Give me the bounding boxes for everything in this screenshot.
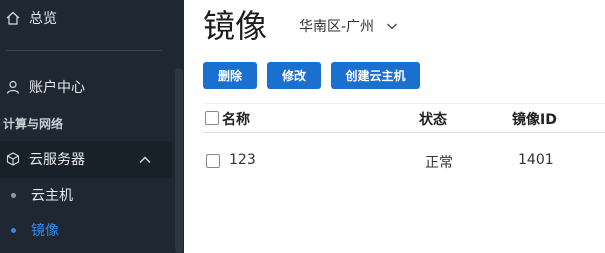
sidebar-item-image[interactable]: 镜像 <box>0 220 172 240</box>
user-icon <box>6 80 20 94</box>
column-header-status[interactable]: 状态 <box>419 109 447 129</box>
home-icon <box>6 11 20 25</box>
select-all-checkbox[interactable] <box>205 111 219 125</box>
sidebar-group-cloud-server[interactable]: 云服务器 <box>0 141 172 178</box>
sidebar-divider <box>6 50 162 51</box>
chevron-up-icon[interactable] <box>138 152 152 171</box>
cell-status: 正常 <box>425 155 453 171</box>
table-header: 名称 状态 镜像ID <box>203 103 605 133</box>
sidebar-item-label: 云主机 <box>31 188 73 204</box>
sidebar-item-account[interactable]: 账户中心 <box>0 77 172 97</box>
cube-icon <box>6 152 20 166</box>
delete-button[interactable]: 删除 <box>203 62 257 89</box>
sidebar: 总览 账户中心 计算与网络 云服务器 云主机 镜像 <box>0 0 184 253</box>
bullet-dot-icon <box>11 192 16 198</box>
sidebar-group-label: 云服务器 <box>29 152 85 168</box>
sidebar-item-overview[interactable]: 总览 <box>0 8 172 28</box>
create-host-button[interactable]: 创建云主机 <box>331 62 420 89</box>
cell-name: 123 <box>229 152 256 168</box>
sidebar-item-cloud-host[interactable]: 云主机 <box>0 185 172 205</box>
cell-image-id: 1401 <box>518 152 554 168</box>
sidebar-item-label: 镜像 <box>31 223 59 239</box>
column-header-name[interactable]: 名称 <box>222 109 250 129</box>
sidebar-scrollbar[interactable] <box>175 68 183 253</box>
chevron-down-icon <box>386 20 398 32</box>
column-header-image-id[interactable]: 镜像ID <box>512 109 557 129</box>
region-selector[interactable]: 华南区-广州 <box>299 16 398 36</box>
bullet-dot-icon <box>11 227 16 233</box>
region-label: 华南区-广州 <box>299 19 375 35</box>
page-title: 镜像 <box>203 7 268 45</box>
edit-button[interactable]: 修改 <box>267 62 321 89</box>
table-row[interactable]: 123 正常 1401 <box>203 148 605 174</box>
sidebar-item-label: 账户中心 <box>29 80 85 96</box>
sidebar-item-label: 总览 <box>29 11 57 27</box>
sidebar-section-title: 计算与网络 <box>3 117 64 131</box>
app-window: 总览 账户中心 计算与网络 云服务器 云主机 镜像 镜像 华南区-广州 删除 修… <box>0 0 605 253</box>
row-checkbox[interactable] <box>206 154 220 168</box>
